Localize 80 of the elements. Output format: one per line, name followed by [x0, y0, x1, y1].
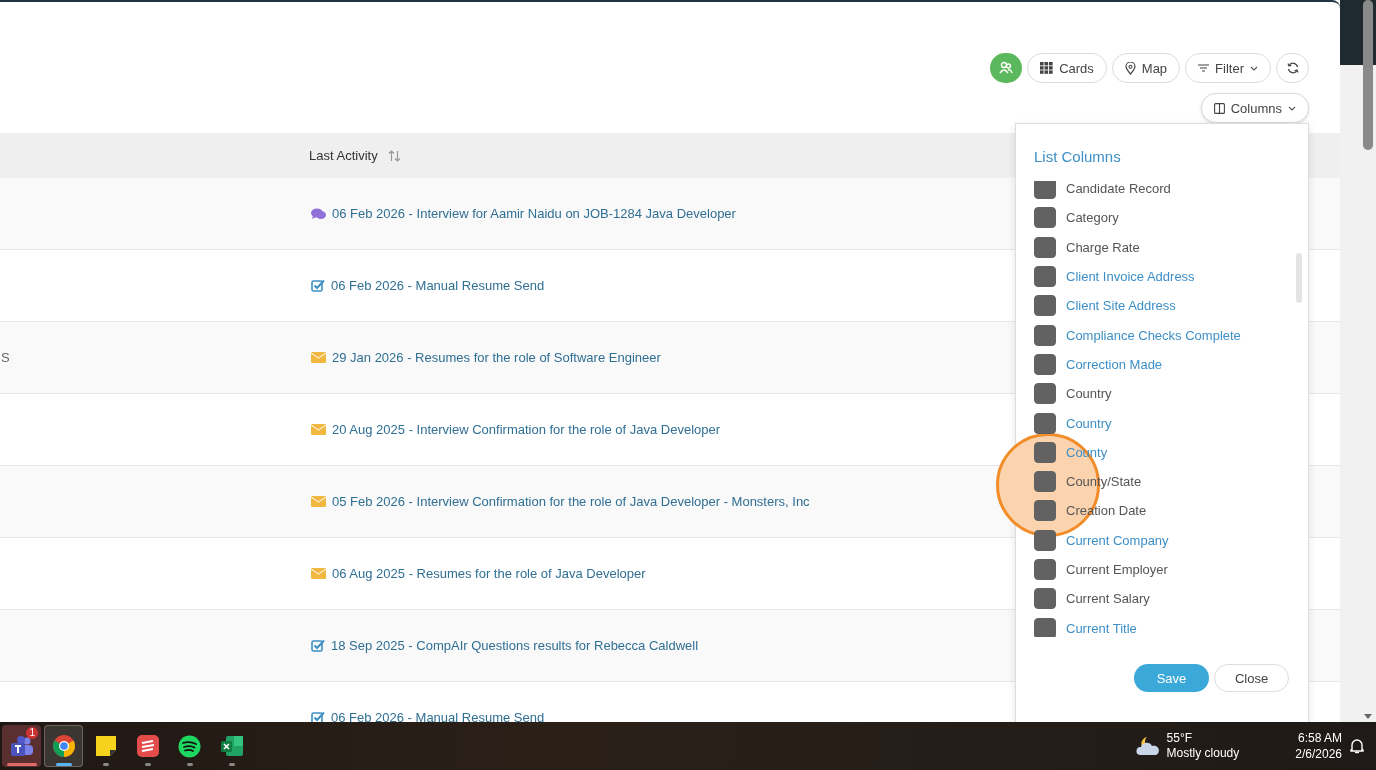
- activity-link[interactable]: 18 Sep 2025 - CompAIr Questions results for Rebecca Caldwell: [331, 638, 699, 653]
- activity-link[interactable]: 29 Jan 2026 - Resumes for the role of Software Engineer: [332, 350, 661, 365]
- close-button[interactable]: Close: [1214, 664, 1289, 692]
- scroll-down-icon[interactable]: [1364, 712, 1372, 720]
- pin-icon: [1124, 61, 1136, 75]
- column-option[interactable]: Charge Rate: [1066, 239, 1140, 255]
- column-option[interactable]: Correction Made: [1066, 356, 1163, 372]
- table-cell-text: S: [1, 350, 11, 365]
- envelope-icon: [311, 496, 326, 507]
- checkbox[interactable]: [1034, 295, 1056, 317]
- activity-link[interactable]: 06 Aug 2025 - Resumes for the role of Java Developer: [332, 566, 646, 581]
- notification-bell-icon[interactable]: [1350, 738, 1364, 754]
- column-option[interactable]: Country: [1066, 415, 1112, 431]
- envelope-icon: [311, 352, 326, 363]
- columns-button[interactable]: Columns: [1200, 93, 1309, 123]
- column-option[interactable]: Current Company: [1066, 532, 1169, 548]
- chrome-icon: [51, 734, 76, 758]
- column-option[interactable]: Compliance Checks Complete: [1066, 327, 1241, 343]
- column-option[interactable]: Country: [1066, 386, 1112, 402]
- refresh-button[interactable]: [1276, 53, 1309, 83]
- checkbox[interactable]: [1034, 471, 1056, 493]
- checkbox-icon: [311, 639, 325, 652]
- notification-badge: 1: [26, 727, 38, 739]
- column-option[interactable]: Current Title: [1066, 620, 1137, 636]
- people-icon: [999, 61, 1014, 75]
- checkbox[interactable]: [1034, 324, 1056, 346]
- checkbox[interactable]: [1034, 500, 1056, 522]
- popup-title: List Columns: [1034, 148, 1121, 165]
- checkbox[interactable]: [1034, 412, 1056, 434]
- envelope-icon: [311, 568, 326, 579]
- taskbar-app[interactable]: 1: [2, 725, 41, 767]
- caret-icon: [1288, 105, 1296, 111]
- column-option[interactable]: Current Salary: [1066, 591, 1150, 607]
- checkbox[interactable]: [1034, 207, 1056, 229]
- checkbox[interactable]: [1034, 617, 1056, 637]
- taskbar-app[interactable]: [44, 725, 83, 767]
- activity-link[interactable]: 20 Aug 2025 - Interview Confirmation for the role of Java Developer: [332, 422, 721, 437]
- teams-icon: [9, 735, 34, 757]
- clock-time: 6:58 AM: [1297, 730, 1342, 746]
- checkbox[interactable]: [1034, 529, 1056, 551]
- sticky-note-icon: [94, 735, 117, 757]
- temperature: 55°F: [1166, 731, 1194, 746]
- cloudy-moon-icon: [1134, 735, 1161, 757]
- checkbox-icon: [311, 711, 325, 722]
- scrollbar[interactable]: [1363, 0, 1373, 150]
- activity-link[interactable]: 06 Feb 2026 - Interview for Aamir Naidu on JOB-1284 Java Developer: [332, 206, 736, 221]
- column-option[interactable]: Client Invoice Address: [1066, 269, 1195, 285]
- column-option[interactable]: Client Site Address: [1066, 298, 1176, 314]
- filter-button[interactable]: Filter: [1185, 53, 1271, 83]
- checkbox[interactable]: [1034, 588, 1056, 610]
- checkbox-icon: [311, 279, 325, 292]
- column-option[interactable]: Category: [1066, 210, 1119, 226]
- checkbox[interactable]: [1034, 559, 1056, 580]
- scrollbar[interactable]: [1296, 253, 1302, 303]
- column-option[interactable]: Current Employer: [1066, 562, 1168, 577]
- checkbox[interactable]: [1034, 353, 1056, 375]
- grid-icon: [1040, 62, 1054, 74]
- clock-date: 2/6/2026: [1295, 746, 1342, 762]
- checkbox[interactable]: [1034, 383, 1056, 405]
- map-button[interactable]: Map: [1111, 53, 1181, 83]
- envelope-icon: [311, 424, 326, 435]
- filter-icon: [1198, 64, 1210, 72]
- activity-link[interactable]: 05 Feb 2026 - Interview Confirmation for the role of Java Developer - Monsters, Inc: [332, 494, 810, 509]
- weather-condition: Mostly cloudy: [1166, 746, 1240, 761]
- spreadsheet-icon: [219, 735, 244, 757]
- list-app-icon: [136, 735, 159, 757]
- checkbox[interactable]: [1034, 181, 1056, 200]
- refresh-icon: [1286, 62, 1299, 74]
- column-header[interactable]: Last Activity: [309, 148, 378, 163]
- cards-button[interactable]: Cards: [1027, 53, 1107, 83]
- activity-link[interactable]: 06 Feb 2026 - Manual Resume Send: [331, 710, 545, 722]
- checkbox[interactable]: [1034, 441, 1056, 463]
- caret-icon: [1250, 65, 1258, 71]
- chat-icon: [311, 207, 326, 220]
- column-option[interactable]: Candidate Record: [1066, 181, 1171, 197]
- columns-icon: [1213, 102, 1225, 114]
- checkbox[interactable]: [1034, 236, 1056, 258]
- checkbox[interactable]: [1034, 266, 1056, 288]
- spotify-icon: [178, 734, 201, 758]
- activity-link[interactable]: 06 Feb 2026 - Manual Resume Send: [331, 278, 545, 293]
